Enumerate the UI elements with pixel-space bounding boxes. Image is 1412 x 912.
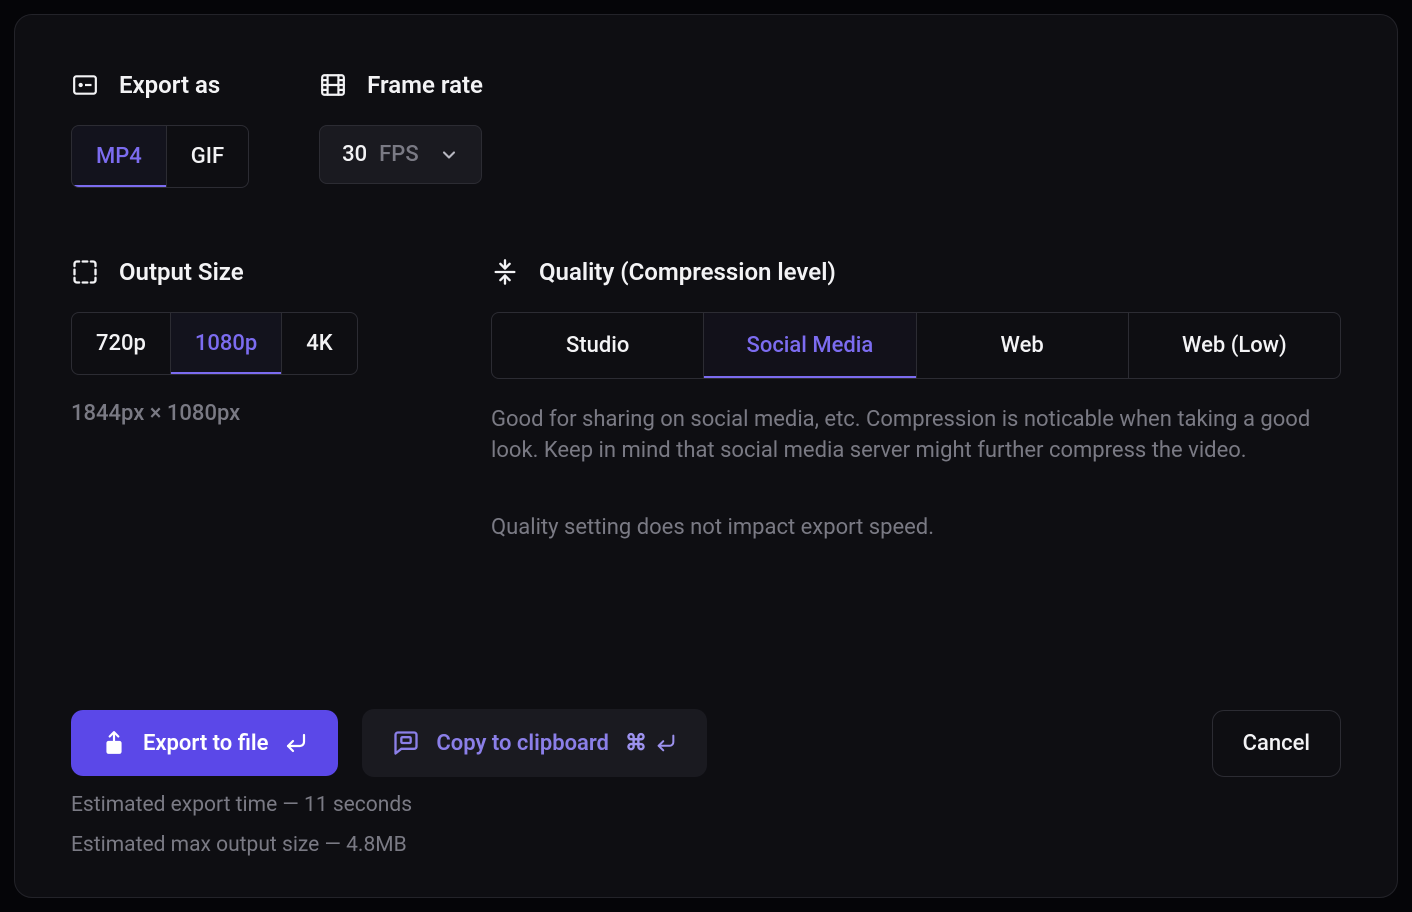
export-button[interactable]: Export to file [71,710,338,776]
format-mp4-button[interactable]: MP4 [72,126,167,187]
clipboard-video-icon [392,729,420,757]
output-dimensions: 1844px × 1080px [71,401,391,426]
quality-weblow-button[interactable]: Web (Low) [1129,313,1340,378]
footer: Export to file Copy to clipboard [71,709,1341,857]
export-as-header: Export as [71,71,249,99]
output-size-section: Output Size 720p 1080p 4K 1844px × 1080p… [71,258,391,543]
resize-icon [71,258,99,286]
output-size-group: 720p 1080p 4K [71,312,358,375]
estimate-time: Estimated export time — 11 seconds [71,793,1341,817]
quality-social-button[interactable]: Social Media [704,313,916,378]
size-720p-button[interactable]: 720p [72,313,171,374]
quality-group: Studio Social Media Web Web (Low) [491,312,1341,379]
spacer [71,543,1341,709]
quality-note: Quality setting does not impact export s… [491,513,1341,544]
size-1080p-button[interactable]: 1080p [171,313,282,374]
size-4k-button[interactable]: 4K [282,313,356,374]
cancel-button[interactable]: Cancel [1212,710,1341,777]
frame-rate-value: 30 [342,142,367,167]
quality-web-button[interactable]: Web [917,313,1129,378]
quality-description: Good for sharing on social media, etc. C… [491,405,1341,467]
top-row: Export as MP4 GIF [71,71,1341,188]
enter-icon [284,731,308,755]
quality-studio-button[interactable]: Studio [492,313,704,378]
quality-title: Quality (Compression level) [539,258,836,286]
frame-rate-header: Frame rate [319,71,483,99]
estimate-size: Estimated max output size — 4.8MB [71,833,1341,857]
export-format-group: MP4 GIF [71,125,249,188]
quality-header: Quality (Compression level) [491,258,1341,286]
export-as-title: Export as [119,71,220,99]
upload-icon [101,730,127,756]
action-row: Export to file Copy to clipboard [71,709,1341,777]
chevron-down-icon [439,145,459,165]
copy-shortcut: ⌘ [625,731,677,756]
export-as-section: Export as MP4 GIF [71,71,249,188]
cmd-key: ⌘ [625,731,647,756]
frame-rate-unit: FPS [379,142,418,167]
export-dialog: Export as MP4 GIF [14,14,1398,898]
format-gif-button[interactable]: GIF [167,126,248,187]
output-size-title: Output Size [119,258,244,286]
video-icon [71,71,99,99]
copy-label: Copy to clipboard [436,731,609,756]
frame-rate-dropdown[interactable]: 30 FPS [319,125,482,184]
output-size-header: Output Size [71,258,391,286]
film-icon [319,71,347,99]
copy-clipboard-button[interactable]: Copy to clipboard ⌘ [362,709,707,777]
quality-section: Quality (Compression level) Studio Socia… [491,258,1341,543]
frame-rate-section: Frame rate 30 FPS [319,71,483,188]
frame-rate-title: Frame rate [367,71,483,99]
mid-row: Output Size 720p 1080p 4K 1844px × 1080p… [71,258,1341,543]
compress-icon [491,258,519,286]
export-label: Export to file [143,731,268,756]
